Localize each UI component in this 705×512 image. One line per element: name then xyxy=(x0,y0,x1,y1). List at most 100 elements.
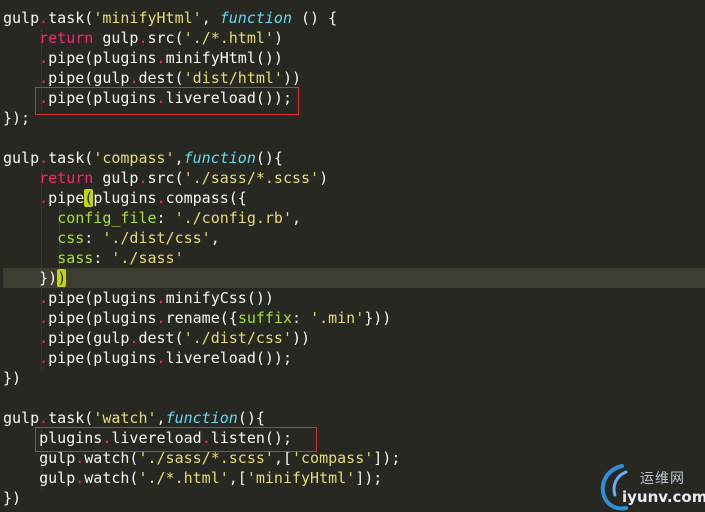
watermark-cn-text: 运维网 xyxy=(640,471,685,487)
watermark-en-text: iyunv.com xyxy=(622,488,705,506)
code-line[interactable]: .pipe(plugins.livereload()); xyxy=(3,348,705,368)
code-token: . xyxy=(156,89,166,107)
code-token: . xyxy=(156,49,166,67)
code-token: './sass/*.scss' xyxy=(138,449,274,467)
code-token: gulp xyxy=(3,9,40,27)
code-token: rename({ xyxy=(165,309,238,327)
code-token: 'minifyHtml' xyxy=(246,469,356,487)
code-token: . xyxy=(138,29,148,47)
code-token: . xyxy=(39,89,49,107)
code-token: pipe(plugins xyxy=(48,289,157,307)
code-token: , xyxy=(292,209,302,227)
code-token: pipe(plugins xyxy=(48,49,157,67)
code-token: './dist/css' xyxy=(183,329,292,347)
code-line[interactable]: .pipe(plugins.minifyHtml()) xyxy=(3,48,705,68)
code-token: ) xyxy=(319,169,329,187)
code-token: './sass/*.scss' xyxy=(183,169,320,187)
code-token: minifyCss()) xyxy=(165,289,274,307)
code-token: )) xyxy=(292,329,311,347)
code-editor[interactable]: gulp.task('minifyHtml', function () { re… xyxy=(3,0,705,512)
code-token: . xyxy=(39,49,49,67)
code-token: . xyxy=(39,409,49,427)
code-token: . xyxy=(39,349,49,367)
code-token: : xyxy=(156,209,175,227)
code-line[interactable]: }) xyxy=(3,368,705,388)
code-token: './config.rb' xyxy=(174,209,292,227)
code-line[interactable]: return gulp.src('./*.html') xyxy=(3,28,705,48)
code-line[interactable]: .pipe(gulp.dest('./dist/css')) xyxy=(3,328,705,348)
code-token: . xyxy=(156,309,166,327)
code-token: pipe xyxy=(48,189,85,207)
code-line[interactable]: gulp.task('minifyHtml', function () { xyxy=(3,8,705,28)
code-token: ]); xyxy=(373,449,401,467)
code-line[interactable]: sass: './sass' xyxy=(3,248,705,268)
code-token: livereload()); xyxy=(165,349,292,367)
code-token: . xyxy=(39,9,49,27)
code-token: pipe(plugins xyxy=(48,349,157,367)
code-token: 'minifyHtml' xyxy=(93,9,202,27)
code-token: }); xyxy=(3,109,31,127)
code-line[interactable]: gulp.task('watch',function(){ xyxy=(3,408,705,428)
code-token: . xyxy=(39,329,49,347)
code-token: gulp xyxy=(3,449,76,467)
code-line[interactable]: })) xyxy=(3,268,705,288)
code-token: }) xyxy=(3,369,22,387)
code-line[interactable]: .pipe(plugins.compass({ xyxy=(3,188,705,208)
code-token: return xyxy=(39,169,94,187)
code-token: ) xyxy=(57,269,67,287)
code-token: return xyxy=(39,29,94,47)
code-token: function xyxy=(165,409,238,427)
code-token: './sass' xyxy=(111,249,184,267)
code-line[interactable]: .pipe(gulp.dest('dist/html')) xyxy=(3,68,705,88)
code-token: 'compass' xyxy=(292,449,374,467)
code-line[interactable]: css: './dist/css', xyxy=(3,228,705,248)
code-token: livereload()); xyxy=(165,89,292,107)
code-token: ,[ xyxy=(228,469,247,487)
code-line[interactable]: return gulp.src('./sass/*.scss') xyxy=(3,168,705,188)
code-token: gulp xyxy=(3,409,40,427)
code-line[interactable]: .pipe(plugins.minifyCss()) xyxy=(3,288,705,308)
code-token: gulp xyxy=(3,469,76,487)
code-line[interactable]: .pipe(plugins.rename({suffix: '.min'})) xyxy=(3,308,705,328)
code-token: watch( xyxy=(84,449,139,467)
code-token: task( xyxy=(48,149,94,167)
code-token: . xyxy=(39,69,49,87)
code-token: . xyxy=(39,309,49,327)
code-line[interactable]: config_file: './config.rb', xyxy=(3,208,705,228)
code-token: function xyxy=(219,9,292,27)
code-token: suffix xyxy=(237,309,292,327)
code-token: 'watch' xyxy=(93,409,157,427)
code-line[interactable] xyxy=(3,128,705,148)
code-token: ) xyxy=(273,29,283,47)
code-token: . xyxy=(39,289,49,307)
code-token: (){ xyxy=(237,409,265,427)
code-token: }) xyxy=(3,269,58,287)
code-token: './*.html' xyxy=(138,469,229,487)
code-token: gulp xyxy=(93,169,139,187)
code-token: : xyxy=(93,249,112,267)
code-line[interactable]: }); xyxy=(3,108,705,128)
code-token: pipe(gulp xyxy=(48,69,130,87)
code-token: ]); xyxy=(355,469,383,487)
code-token: plugins xyxy=(3,429,103,447)
code-line[interactable]: .pipe(plugins.livereload()); xyxy=(3,88,705,108)
code-token: )) xyxy=(282,69,302,87)
code-token: plugins xyxy=(93,189,157,207)
code-line[interactable]: plugins.livereload.listen(); xyxy=(3,428,705,448)
code-token: listen(); xyxy=(210,429,292,447)
code-token: , xyxy=(156,409,166,427)
code-token: . xyxy=(156,289,166,307)
code-token: watch( xyxy=(84,469,139,487)
code-token: pipe(plugins xyxy=(48,309,157,327)
code-line[interactable] xyxy=(3,388,705,408)
code-line[interactable]: gulp.task('compass',function(){ xyxy=(3,148,705,168)
code-token: minifyHtml()) xyxy=(165,49,283,67)
code-token: src( xyxy=(147,169,184,187)
